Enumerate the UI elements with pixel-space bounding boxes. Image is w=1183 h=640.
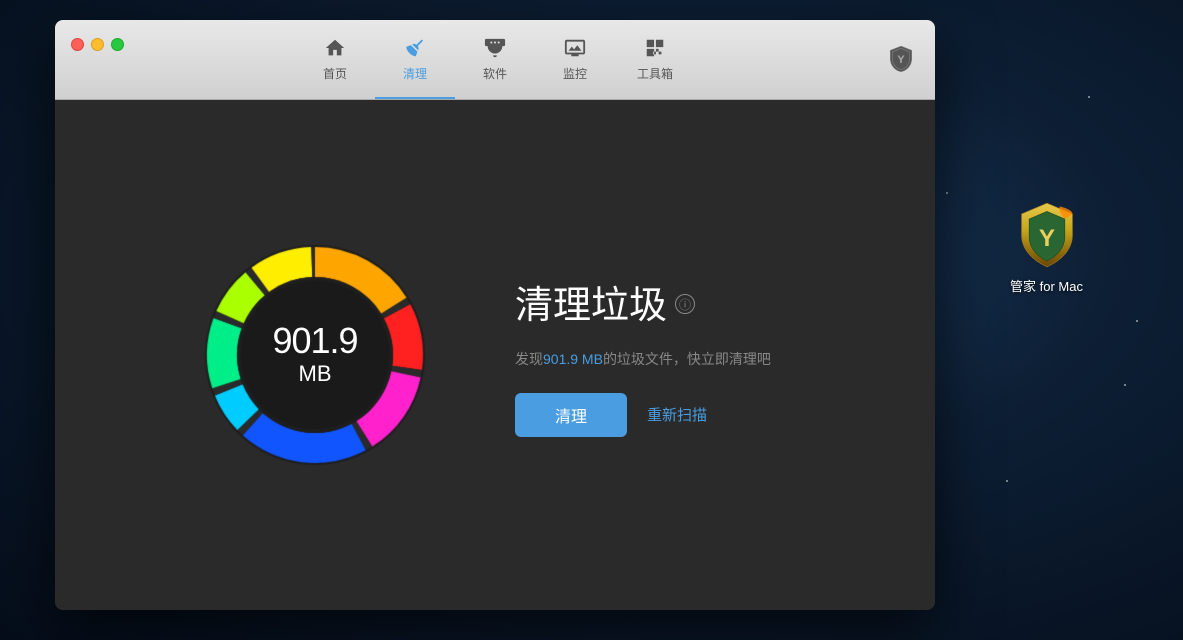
home-icon <box>324 37 346 63</box>
window-controls <box>71 38 124 51</box>
shield-button[interactable]: Y <box>883 42 919 78</box>
tools-icon <box>644 37 666 63</box>
desktop-icon[interactable]: Y 管家 for Mac <box>1010 200 1083 295</box>
right-panel: 清理垃圾 ⓘ 发现901.9 MB的垃圾文件，快立即清理吧 清理 重新扫描 <box>515 274 795 437</box>
desc-prefix: 发现 <box>515 351 543 367</box>
svg-text:Y: Y <box>897 54 904 66</box>
titlebar: 首页 清理 软件 监控 <box>55 20 935 100</box>
clean-icon <box>404 37 426 63</box>
info-icon[interactable]: ⓘ <box>675 294 695 314</box>
panel-actions: 清理 重新扫描 <box>515 393 795 437</box>
tab-monitor-label: 监控 <box>563 65 587 82</box>
donut-center: 901.9 MB <box>272 323 357 387</box>
desc-suffix: 的垃圾文件，快立即清理吧 <box>603 351 771 367</box>
tab-clean-label: 清理 <box>403 65 427 82</box>
donut-value: 901.9 <box>272 323 357 359</box>
close-button[interactable] <box>71 38 84 51</box>
tab-monitor[interactable]: 监控 <box>535 20 615 99</box>
main-window: 首页 清理 软件 监控 <box>55 20 935 610</box>
apps-icon <box>484 37 506 63</box>
minimize-button[interactable] <box>91 38 104 51</box>
desktop-icon-label: 管家 for Mac <box>1010 276 1083 295</box>
clean-button[interactable]: 清理 <box>515 393 627 437</box>
donut-unit: MB <box>272 361 357 387</box>
nav-tabs: 首页 清理 软件 监控 <box>71 20 919 99</box>
desktop-icon-image: Y <box>1012 200 1082 270</box>
desc-highlight: 901.9 MB <box>543 351 603 367</box>
main-content: 901.9 MB 清理垃圾 ⓘ 发现901.9 MB的垃圾文件，快立即清理吧 清… <box>55 100 935 610</box>
tab-clean[interactable]: 清理 <box>375 20 455 99</box>
panel-description: 发现901.9 MB的垃圾文件，快立即清理吧 <box>515 349 795 369</box>
donut-chart: 901.9 MB <box>195 235 435 475</box>
tab-apps-label: 软件 <box>483 65 507 82</box>
svg-text:Y: Y <box>1038 225 1054 252</box>
tab-apps[interactable]: 软件 <box>455 20 535 99</box>
tab-home-label: 首页 <box>323 65 347 82</box>
rescan-button[interactable]: 重新扫描 <box>647 404 707 425</box>
tab-tools-label: 工具箱 <box>637 65 673 82</box>
panel-title-text: 清理垃圾 <box>515 274 667 329</box>
tab-home[interactable]: 首页 <box>295 20 375 99</box>
panel-title: 清理垃圾 ⓘ <box>515 274 795 329</box>
shield-icon: Y <box>887 45 915 75</box>
monitor-icon <box>564 37 586 63</box>
tab-tools[interactable]: 工具箱 <box>615 20 695 99</box>
maximize-button[interactable] <box>111 38 124 51</box>
